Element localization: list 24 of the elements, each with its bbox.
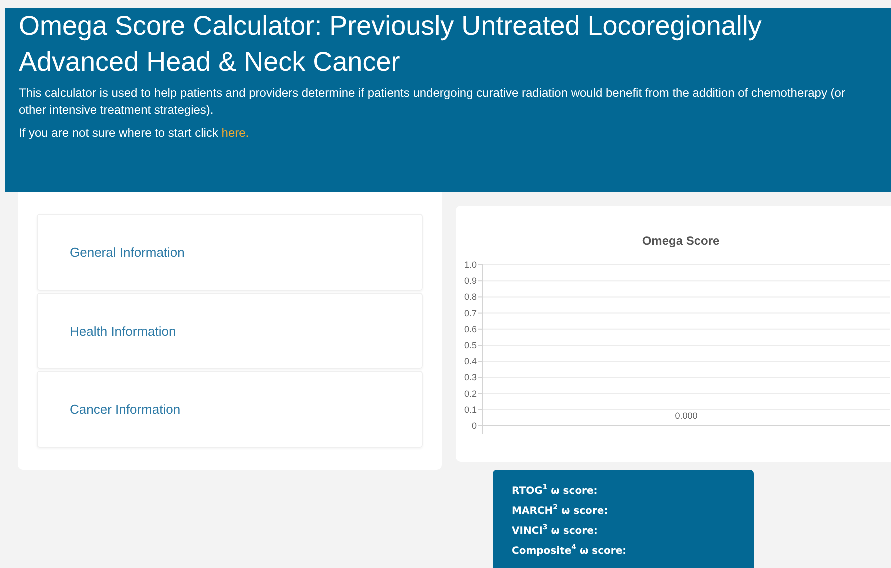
section-panel[interactable]: General Information bbox=[37, 214, 423, 291]
y-tick-label: 0.6 bbox=[464, 324, 477, 334]
y-tick-label: 0.5 bbox=[464, 340, 477, 350]
help-link[interactable]: here. bbox=[222, 126, 250, 140]
data-label: 0.000 bbox=[675, 411, 698, 421]
y-tick-label: 0.1 bbox=[464, 404, 477, 415]
y-tick-label: 0.4 bbox=[464, 356, 477, 367]
y-tick-label: 0.7 bbox=[464, 308, 477, 318]
y-tick-label: 0.8 bbox=[464, 292, 477, 302]
y-tick-label: 0.9 bbox=[464, 276, 477, 286]
section-panel[interactable]: Health Information bbox=[37, 292, 423, 370]
y-tick-label: 0.2 bbox=[464, 388, 477, 399]
hint-text: If you are not sure where to start click bbox=[19, 126, 218, 140]
score-label: RTOG$^{1}$ ω score: bbox=[512, 482, 599, 499]
chart-title: Omega Score bbox=[642, 234, 720, 248]
y-tick-label: 1.0 bbox=[464, 260, 477, 270]
y-tick-label: 0.3 bbox=[464, 372, 477, 383]
score-label: MARCH$^{2}$ ω score: bbox=[512, 502, 610, 519]
description-text: This calculator is used to help patients and providers determine if patients undergoing curative radiation would benefit from the addition of chemotherapy (or other intensive treatment strategies). bbox=[19, 85, 846, 119]
section-panel[interactable]: Cancer Information bbox=[37, 371, 423, 448]
y-tick-label: 0 bbox=[472, 421, 477, 431]
score-label: Composite$^{4}$ ω score: bbox=[512, 542, 628, 559]
page-title: Omega Score Calculator: Previously Untreated Locoregionally Advanced Head & Neck Cancer bbox=[19, 10, 763, 79]
score-label: VINCI$^{3}$ ω score: bbox=[512, 522, 599, 539]
